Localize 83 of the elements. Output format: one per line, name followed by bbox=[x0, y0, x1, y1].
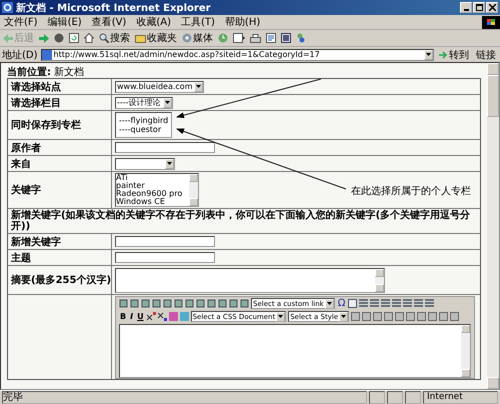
menu-item[interactable]: 查看(V) bbox=[92, 15, 126, 29]
field-label: 请选择站点 bbox=[11, 80, 61, 94]
annotation-text: 在此选择所属于的个人专栏 bbox=[351, 184, 471, 198]
browser-icon bbox=[2, 2, 13, 13]
scrollbar[interactable] bbox=[487, 63, 499, 389]
people-icon bbox=[296, 33, 306, 43]
status-text: 完毕 bbox=[2, 391, 367, 404]
search-button[interactable]: 搜索 bbox=[98, 31, 131, 45]
home-button[interactable] bbox=[83, 33, 95, 43]
dropdown[interactable] bbox=[115, 158, 175, 170]
keyword-hint: 新增关键字(如果该文档的关键字不存在于列表中，你可以在下面输入您的新关键字(多个关键字用逗号分开)) bbox=[11, 210, 472, 232]
field-label: 请选择栏目 bbox=[11, 96, 61, 110]
circle-icon bbox=[54, 33, 64, 43]
caret-icon bbox=[341, 315, 346, 318]
mail-button[interactable] bbox=[232, 33, 246, 43]
field-label: 关键字 bbox=[11, 183, 41, 197]
windows-logo-icon bbox=[482, 16, 500, 28]
special-character-button[interactable]: Ω bbox=[336, 298, 346, 309]
address-label: 地址(D) bbox=[2, 48, 38, 62]
close-button[interactable] bbox=[486, 2, 498, 13]
dropdown[interactable]: ----设计理论 bbox=[115, 96, 173, 108]
caret-icon bbox=[164, 101, 170, 104]
subscript-icon[interactable] bbox=[158, 312, 167, 321]
caret-icon bbox=[167, 162, 172, 165]
right-arrow-icon bbox=[39, 34, 49, 42]
superscript-icon[interactable] bbox=[146, 312, 156, 321]
minimize-button[interactable] bbox=[460, 2, 472, 13]
status-pane bbox=[387, 391, 403, 404]
close-icon bbox=[488, 4, 496, 11]
go-button[interactable]: 转到 bbox=[437, 48, 471, 62]
refresh-icon bbox=[69, 33, 79, 43]
stop-button[interactable] bbox=[53, 33, 65, 43]
right-arrow-icon bbox=[439, 50, 448, 58]
menu-item[interactable]: 帮助(H) bbox=[224, 15, 260, 29]
refresh-button[interactable] bbox=[68, 33, 80, 43]
field-label: 同时保存到专栏 bbox=[11, 118, 81, 132]
window-title: 新文档 - Microsoft Internet Explorer bbox=[16, 1, 212, 14]
square-icon bbox=[281, 33, 291, 43]
field-label: 原作者 bbox=[11, 142, 41, 154]
left-arrow-icon bbox=[3, 34, 13, 42]
messenger-button[interactable] bbox=[295, 33, 307, 43]
caret-icon bbox=[326, 302, 332, 305]
caret-icon bbox=[426, 53, 431, 56]
address-field[interactable]: http://www.51sql.net/admin/newdoc.asp?siteid=1&CategoryId=17 bbox=[40, 48, 434, 60]
discuss-button[interactable] bbox=[280, 33, 292, 43]
column-list[interactable]: ----flyingbird ----questor bbox=[115, 112, 172, 138]
menu-item[interactable]: 收藏(A) bbox=[136, 15, 171, 29]
italic-button[interactable]: I bbox=[129, 312, 134, 321]
caret-icon bbox=[278, 315, 284, 318]
status-pane bbox=[405, 391, 421, 404]
clock-icon bbox=[218, 33, 228, 43]
field-label: 摘要(最多255个汉字) bbox=[11, 273, 112, 287]
dropdown[interactable]: www.blueidea.com bbox=[115, 80, 204, 92]
menu-item[interactable]: 编辑(E) bbox=[48, 15, 82, 29]
house-icon bbox=[84, 33, 94, 43]
favorites-button[interactable]: 收藏夹 bbox=[134, 31, 178, 45]
field-label: 主题 bbox=[11, 251, 31, 264]
field-label: 新增关键字 bbox=[11, 235, 61, 248]
search-icon bbox=[99, 33, 109, 43]
underline-button[interactable]: U bbox=[136, 312, 145, 321]
text-field[interactable] bbox=[115, 252, 215, 263]
menu-item[interactable]: 文件(F) bbox=[4, 15, 38, 29]
text-field[interactable] bbox=[115, 142, 215, 153]
bold-button[interactable]: B bbox=[119, 312, 128, 321]
caret-icon bbox=[196, 85, 202, 88]
disc-icon bbox=[182, 33, 192, 43]
history-button[interactable] bbox=[217, 33, 229, 43]
print-button[interactable] bbox=[249, 34, 262, 42]
field-label: 来自 bbox=[11, 158, 31, 170]
maximize-icon bbox=[476, 4, 482, 11]
menu-item[interactable]: 工具(T) bbox=[181, 15, 215, 29]
summary-textarea[interactable] bbox=[115, 268, 385, 292]
text-field[interactable] bbox=[115, 236, 215, 247]
printer-icon bbox=[250, 34, 261, 42]
security-zone: Internet bbox=[423, 391, 498, 404]
breadcrumb: 当前位置: 新文档 bbox=[7, 66, 86, 78]
maximize-button[interactable] bbox=[473, 2, 485, 13]
links-button[interactable]: 链接 bbox=[474, 48, 498, 62]
folder-icon bbox=[135, 34, 146, 42]
media-button[interactable]: 媒体 bbox=[181, 31, 214, 45]
editor-area[interactable] bbox=[119, 324, 471, 378]
envelope-icon bbox=[233, 33, 245, 43]
status-pane bbox=[369, 391, 385, 404]
